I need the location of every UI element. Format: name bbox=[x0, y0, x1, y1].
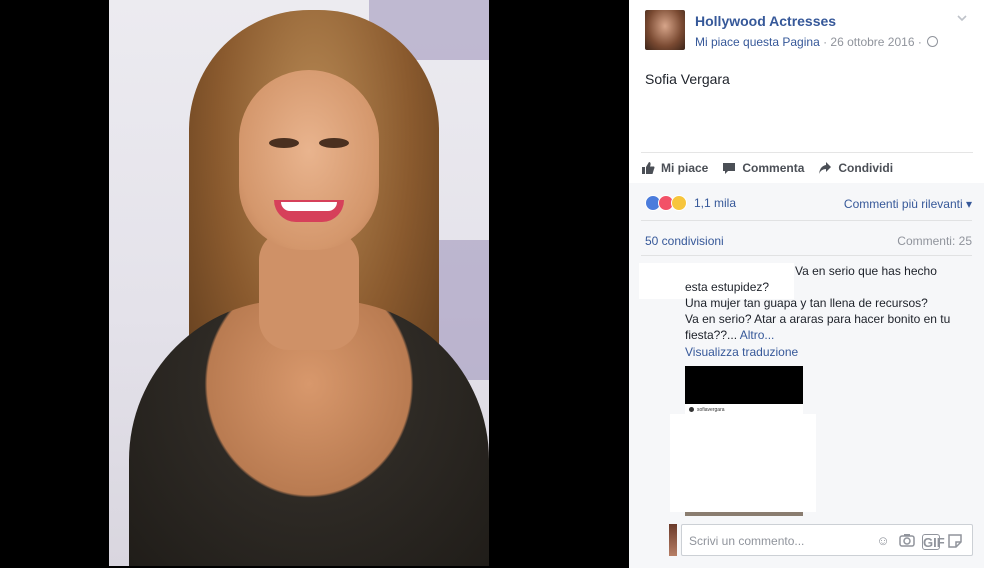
post-header: Hollywood Actresses Mi piace questa Pagi… bbox=[629, 0, 984, 62]
share-button[interactable]: Condividi bbox=[818, 161, 893, 175]
post-panel: Hollywood Actresses Mi piace questa Pagi… bbox=[629, 0, 984, 568]
comment-line: Va en serio? Atar a araras para hacer bo… bbox=[685, 312, 951, 326]
meta-separator: · bbox=[819, 35, 831, 49]
post-meta: Mi piace questa Pagina · 26 ottobre 2016… bbox=[695, 35, 939, 49]
see-more-link[interactable]: Altro... bbox=[740, 328, 775, 342]
like-icon bbox=[642, 161, 655, 174]
emoji-icon[interactable]: ☺ bbox=[874, 533, 892, 549]
like-button[interactable]: Mi piace bbox=[641, 161, 708, 175]
share-label: Condividi bbox=[838, 160, 894, 175]
post-date[interactable]: 26 ottobre 2016 bbox=[830, 35, 914, 49]
photo-stage bbox=[0, 0, 629, 568]
comment-line: esta estupidez? bbox=[685, 280, 770, 294]
comment-button[interactable]: Commenta bbox=[722, 161, 804, 175]
comment-sort-dropdown[interactable]: Commenti più rilevanti ▾ bbox=[844, 197, 972, 211]
reactions-summary[interactable]: 1,1 mila bbox=[645, 195, 736, 211]
caret-down-icon: ▾ bbox=[965, 197, 972, 211]
comment-line: Va en serio que has hecho bbox=[795, 264, 937, 278]
comment-sort-label: Commenti più rilevanti bbox=[843, 197, 963, 211]
comment-composer: Scrivi un commento... ☺ GIF bbox=[629, 524, 984, 556]
divider bbox=[641, 255, 972, 256]
attachment-username: sofiavergara bbox=[697, 407, 725, 413]
avatar bbox=[689, 407, 694, 412]
post-photo[interactable] bbox=[109, 0, 489, 566]
comment-placeholder: Scrivi un commento... bbox=[689, 534, 805, 548]
translate-link[interactable]: Visualizza traduzione bbox=[685, 345, 798, 359]
page-avatar[interactable] bbox=[645, 10, 685, 50]
photo-viewer: Hollywood Actresses Mi piace questa Pagi… bbox=[0, 0, 984, 568]
comment-line: fiesta??... bbox=[685, 328, 740, 342]
face bbox=[239, 70, 379, 250]
like-label: Mi piace bbox=[661, 160, 709, 175]
comment-input[interactable]: Scrivi un commento... ☺ GIF bbox=[681, 524, 973, 556]
right-eye bbox=[319, 138, 349, 148]
wow-reaction-icon bbox=[671, 195, 687, 211]
redacted-area bbox=[670, 414, 816, 512]
chevron-down-icon[interactable] bbox=[956, 12, 970, 26]
post-actions: Mi piace Commenta Condividi bbox=[641, 152, 973, 182]
divider bbox=[641, 220, 972, 221]
comment-body: Va en serio que has hecho esta estupidez… bbox=[685, 263, 975, 343]
sticker-icon[interactable] bbox=[946, 533, 964, 549]
page-name[interactable]: Hollywood Actresses bbox=[695, 13, 836, 29]
engagement-section: 1,1 mila Commenti più rilevanti ▾ 50 con… bbox=[629, 183, 984, 568]
share-count[interactable]: 50 condivisioni bbox=[645, 234, 724, 248]
left-eye bbox=[269, 138, 299, 148]
user-avatar bbox=[669, 524, 677, 556]
post-text: Sofia Vergara bbox=[645, 71, 730, 87]
meta-separator: · bbox=[914, 35, 926, 49]
composer-icons: ☺ GIF bbox=[874, 533, 964, 550]
teeth bbox=[281, 202, 337, 211]
comment-line: Una mujer tan guapa y tan llena de recur… bbox=[685, 296, 928, 310]
globe-icon bbox=[927, 36, 939, 47]
comment-icon bbox=[723, 162, 736, 174]
reaction-count[interactable]: 1,1 mila bbox=[694, 196, 736, 210]
comment-label: Commenta bbox=[742, 160, 805, 175]
comment-count: Commenti: 25 bbox=[897, 234, 972, 248]
gif-icon[interactable]: GIF bbox=[922, 534, 945, 550]
camera-icon[interactable] bbox=[898, 533, 916, 549]
like-page-link[interactable]: Mi piace questa Pagina bbox=[695, 35, 820, 49]
share-icon bbox=[819, 161, 832, 174]
